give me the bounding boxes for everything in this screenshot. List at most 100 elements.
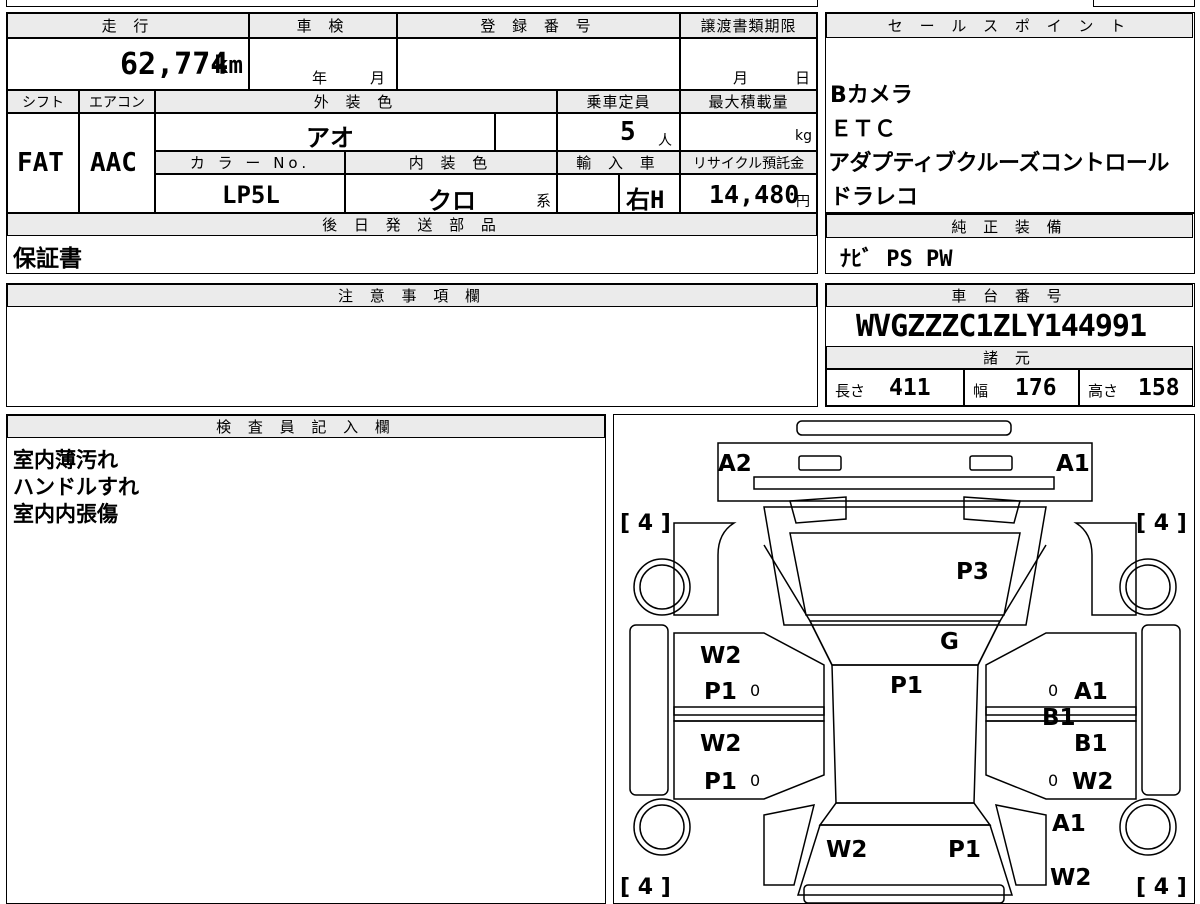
aircon-cell: AAC xyxy=(79,113,155,213)
height-value: 158 xyxy=(1138,375,1180,401)
tyre-front-left: [ 4 ] xyxy=(620,511,671,536)
mark-b1-rear-right-door: B1 xyxy=(1074,731,1108,757)
equipment-header: 純 正 装 備 xyxy=(826,214,1193,238)
chassis-value: WVGZZZC1ZLY144991 xyxy=(856,309,1147,344)
chassis-box: 車 台 番 号 WVGZZZC1ZLY144991 諸 元 長さ 411 幅 1… xyxy=(825,283,1195,407)
recycle-value: 14,480 xyxy=(709,180,800,209)
inspector-note-2: ハンドルすれ xyxy=(13,475,139,499)
hood xyxy=(763,506,1047,626)
transfer-day-unit: 日 xyxy=(795,69,811,87)
door-rear-right xyxy=(985,720,1137,800)
mileage-unit: km xyxy=(214,51,243,79)
import-header: 輸 入 車 xyxy=(557,151,680,174)
inspection-month-unit: 月 xyxy=(370,69,386,87)
tyre-rear-right: [ 4 ] xyxy=(1136,875,1187,900)
quarter-rear-right xyxy=(994,804,1047,886)
mark-p1-front-left-door: P1 xyxy=(704,679,737,705)
later-parts-value: 保証書 xyxy=(13,246,82,272)
front-nose xyxy=(717,442,1093,502)
exterior-cell: アオ xyxy=(155,113,495,152)
wheel-rear-right xyxy=(1119,798,1177,856)
exterior-extra-cell xyxy=(495,113,557,151)
sales-points-header: セ ー ル ス ポ イ ン ト xyxy=(826,13,1193,38)
recycle-header: リサイクル預託金 xyxy=(680,151,817,174)
top-cut-row-right xyxy=(1093,0,1195,7)
length-value: 411 xyxy=(889,375,931,401)
length-label: 長さ xyxy=(835,382,866,400)
quarter-rear-left xyxy=(763,804,816,886)
interior-cell: クロ 系 xyxy=(345,174,557,215)
mark-a1-front: A1 xyxy=(1056,451,1090,477)
mark-zero-rear-right-door: 0 xyxy=(1048,771,1059,790)
door-front-left xyxy=(673,632,825,716)
headlight-right xyxy=(969,455,1013,471)
rear-window xyxy=(818,802,992,826)
mark-a2-front: A2 xyxy=(718,451,752,477)
sales-point-3: アダプティブクルーズコントロール xyxy=(828,151,1169,176)
inspector-note-1: 室内薄汚れ xyxy=(13,448,118,472)
width-value: 176 xyxy=(1015,375,1057,401)
wheel-rear-right-inner xyxy=(1125,804,1171,850)
mark-p1-roof: P1 xyxy=(890,673,923,699)
windshield xyxy=(808,620,1002,666)
notes-box: 注 意 事 項 欄 xyxy=(6,283,818,407)
max-load-cell: kg xyxy=(680,113,817,151)
tyre-rear-right-value: 4 xyxy=(1153,875,1170,900)
width-cell: 幅 176 xyxy=(964,369,1079,406)
mark-w2-trunk: W2 xyxy=(826,837,868,863)
side-skirt-right xyxy=(1141,624,1181,796)
interior-header: 内 装 色 xyxy=(345,151,557,174)
wheel-front-right-inner xyxy=(1125,564,1171,610)
mark-zero-front-left-door: 0 xyxy=(750,681,761,700)
width-label: 幅 xyxy=(973,382,989,400)
tyre-rear-left: [ 4 ] xyxy=(620,875,671,900)
wheel-front-left xyxy=(633,558,691,616)
notes-header: 注 意 事 項 欄 xyxy=(7,284,817,307)
chassis-header: 車 台 番 号 xyxy=(826,284,1193,307)
registration-header: 登 録 番 号 xyxy=(397,13,680,38)
mark-p1-rear-left-door: P1 xyxy=(704,769,737,795)
exterior-header: 外 装 色 xyxy=(155,90,557,113)
mark-w2-rear-left-door: W2 xyxy=(700,731,742,757)
aircon-header: エアコン xyxy=(79,90,155,113)
shift-cell: FAT xyxy=(7,113,79,213)
headlight-left xyxy=(798,455,842,471)
mileage-cell: 62,774 km xyxy=(7,38,249,90)
rear-bumper xyxy=(803,884,1005,903)
recycle-cell: 14,480 円 xyxy=(680,174,817,213)
mark-p3-hood: P3 xyxy=(956,559,989,585)
import-blank-cell xyxy=(557,174,619,213)
top-cut-row xyxy=(6,0,818,7)
sales-point-1: Bカメラ xyxy=(830,83,913,108)
aircon-value: AAC xyxy=(90,148,137,178)
color-no-header: カ ラ ー No. xyxy=(155,151,345,174)
equipment-value: ﾅﾋﾞ PS PW xyxy=(840,247,953,272)
exterior-value: アオ xyxy=(306,124,354,152)
color-no-cell: LP5L xyxy=(155,174,345,213)
vehicle-info-table: 走 行 車 検 登 録 番 号 譲渡書類期限 62,774 km 年 月 月 日… xyxy=(6,12,818,274)
mark-w2-rear-right-quarter: W2 xyxy=(1050,865,1092,891)
max-load-header: 最大積載量 xyxy=(680,90,817,113)
inspector-header: 検 査 員 記 入 欄 xyxy=(7,415,605,438)
specs-header: 諸 元 xyxy=(826,346,1193,369)
front-grille-inner xyxy=(753,476,1055,490)
import-cell: 右H xyxy=(619,174,680,214)
tyre-front-right: [ 4 ] xyxy=(1136,511,1187,536)
capacity-header: 乗車定員 xyxy=(557,90,680,113)
mark-zero-front-right-door: 0 xyxy=(1048,681,1059,700)
door-front-right xyxy=(985,632,1137,716)
mark-w2-front-left-door: W2 xyxy=(700,643,742,669)
wheel-rear-left-inner xyxy=(639,804,685,850)
mark-a1-rear-right-quarter: A1 xyxy=(1052,811,1086,837)
shift-header: シフト xyxy=(7,90,79,113)
equipment-box: 純 正 装 備 ﾅﾋﾞ PS PW xyxy=(825,213,1195,274)
length-cell: 長さ 411 xyxy=(826,369,964,406)
mark-b1-front-right-door: B1 xyxy=(1042,705,1076,731)
mileage-header: 走 行 xyxy=(7,13,249,38)
transfer-deadline-header: 譲渡書類期限 xyxy=(680,13,817,38)
shift-value: FAT xyxy=(17,148,64,178)
a-pillar-left xyxy=(763,544,833,666)
inspector-note-3: 室内内張傷 xyxy=(13,502,118,526)
side-skirt-left xyxy=(629,624,669,796)
tyre-rear-left-value: 4 xyxy=(637,875,654,900)
